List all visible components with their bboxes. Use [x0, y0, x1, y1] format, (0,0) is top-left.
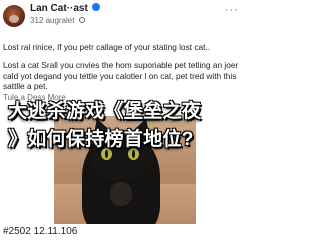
headline-line-2: 》如何保持榜首地位? [8, 129, 194, 150]
globe-icon [78, 17, 85, 23]
post-timestamp[interactable]: 312 augralet [30, 16, 74, 25]
author-name[interactable]: Lan Cat··ast [30, 3, 100, 14]
cat-chest [110, 182, 132, 206]
post-hashtag[interactable]: #2502 12.11.106 [3, 226, 77, 237]
verified-badge-icon [91, 3, 100, 11]
more-options-icon[interactable]: ··· [225, 4, 239, 16]
author-name-label[interactable]: Lan Cat··ast [30, 3, 88, 14]
post-header: Lan Cat··ast 312 augralet ··· [0, 0, 243, 34]
post-meta: 312 augralet [30, 16, 85, 25]
headline-overlay: 大逃杀游戏《堡垒之夜 》如何保持榜首地位? [0, 94, 243, 154]
headline-line-1: 大逃杀游戏《堡垒之夜 [8, 101, 202, 122]
post-text-paragraph-1: Lost ral rinice, If you petr callage of … [3, 42, 211, 52]
avatar[interactable] [3, 5, 25, 27]
post-text-paragraph-2: Lost a cat Srall you cnvies the hom supo… [3, 60, 239, 91]
